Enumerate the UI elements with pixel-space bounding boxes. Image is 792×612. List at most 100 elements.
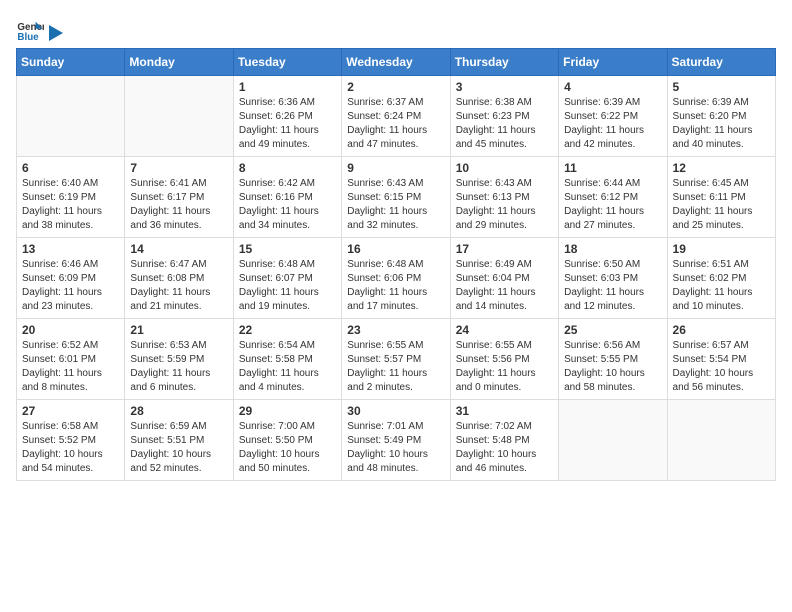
calendar-cell: 19 Sunrise: 6:51 AM Sunset: 6:02 PM Dayli…	[667, 238, 775, 319]
calendar-cell: 25 Sunrise: 6:56 AM Sunset: 5:55 PM Dayli…	[559, 319, 667, 400]
calendar-week-row: 27 Sunrise: 6:58 AM Sunset: 5:52 PM Dayli…	[17, 400, 776, 481]
logo-arrow-icon	[49, 23, 67, 43]
day-number: 19	[673, 242, 770, 256]
calendar-cell: 30 Sunrise: 7:01 AM Sunset: 5:49 PM Dayli…	[342, 400, 450, 481]
day-detail: Sunrise: 6:44 AM Sunset: 6:12 PM Dayligh…	[564, 177, 661, 233]
calendar-cell: 10 Sunrise: 6:43 AM Sunset: 6:13 PM Dayli…	[450, 157, 558, 238]
calendar-cell: 23 Sunrise: 6:55 AM Sunset: 5:57 PM Dayli…	[342, 319, 450, 400]
day-detail: Sunrise: 6:46 AM Sunset: 6:09 PM Dayligh…	[22, 258, 119, 314]
day-number: 17	[456, 242, 553, 256]
header-day-friday: Friday	[559, 49, 667, 76]
day-detail: Sunrise: 7:02 AM Sunset: 5:48 PM Dayligh…	[456, 420, 553, 476]
calendar-cell: 4 Sunrise: 6:39 AM Sunset: 6:22 PM Daylig…	[559, 76, 667, 157]
day-detail: Sunrise: 6:38 AM Sunset: 6:23 PM Dayligh…	[456, 96, 553, 152]
calendar-cell: 28 Sunrise: 6:59 AM Sunset: 5:51 PM Dayli…	[125, 400, 233, 481]
calendar-cell: 26 Sunrise: 6:57 AM Sunset: 5:54 PM Dayli…	[667, 319, 775, 400]
header-day-thursday: Thursday	[450, 49, 558, 76]
header-day-monday: Monday	[125, 49, 233, 76]
calendar-cell: 13 Sunrise: 6:46 AM Sunset: 6:09 PM Dayli…	[17, 238, 125, 319]
day-number: 4	[564, 80, 661, 94]
calendar-cell	[559, 400, 667, 481]
day-number: 5	[673, 80, 770, 94]
calendar-cell: 3 Sunrise: 6:38 AM Sunset: 6:23 PM Daylig…	[450, 76, 558, 157]
day-detail: Sunrise: 6:53 AM Sunset: 5:59 PM Dayligh…	[130, 339, 227, 395]
day-number: 16	[347, 242, 444, 256]
day-number: 15	[239, 242, 336, 256]
calendar-cell: 6Sunrise: 6:40 AM Sunset: 6:19 PM Daylig…	[17, 157, 125, 238]
calendar-cell: 27 Sunrise: 6:58 AM Sunset: 5:52 PM Dayli…	[17, 400, 125, 481]
day-detail: Sunrise: 6:50 AM Sunset: 6:03 PM Dayligh…	[564, 258, 661, 314]
day-number: 13	[22, 242, 119, 256]
day-detail: Sunrise: 7:01 AM Sunset: 5:49 PM Dayligh…	[347, 420, 444, 476]
header-day-saturday: Saturday	[667, 49, 775, 76]
calendar-cell: 11 Sunrise: 6:44 AM Sunset: 6:12 PM Dayli…	[559, 157, 667, 238]
day-detail: Sunrise: 6:43 AM Sunset: 6:15 PM Dayligh…	[347, 177, 444, 233]
day-detail: Sunrise: 6:49 AM Sunset: 6:04 PM Dayligh…	[456, 258, 553, 314]
calendar-cell: 8 Sunrise: 6:42 AM Sunset: 6:16 PM Daylig…	[233, 157, 341, 238]
day-detail: Sunrise: 6:59 AM Sunset: 5:51 PM Dayligh…	[130, 420, 227, 476]
calendar-week-row: 13 Sunrise: 6:46 AM Sunset: 6:09 PM Dayli…	[17, 238, 776, 319]
calendar-cell	[667, 400, 775, 481]
calendar-week-row: 20 Sunrise: 6:52 AM Sunset: 6:01 PM Dayli…	[17, 319, 776, 400]
day-number: 31	[456, 404, 553, 418]
day-detail: Sunrise: 6:47 AM Sunset: 6:08 PM Dayligh…	[130, 258, 227, 314]
calendar-week-row: 6Sunrise: 6:40 AM Sunset: 6:19 PM Daylig…	[17, 157, 776, 238]
day-detail: Sunrise: 6:56 AM Sunset: 5:55 PM Dayligh…	[564, 339, 661, 395]
calendar-cell: 7 Sunrise: 6:41 AM Sunset: 6:17 PM Daylig…	[125, 157, 233, 238]
day-detail: Sunrise: 6:42 AM Sunset: 6:16 PM Dayligh…	[239, 177, 336, 233]
day-number: 23	[347, 323, 444, 337]
calendar-cell: 9 Sunrise: 6:43 AM Sunset: 6:15 PM Daylig…	[342, 157, 450, 238]
calendar-cell: 24 Sunrise: 6:55 AM Sunset: 5:56 PM Dayli…	[450, 319, 558, 400]
calendar-cell: 20 Sunrise: 6:52 AM Sunset: 6:01 PM Dayli…	[17, 319, 125, 400]
day-number: 10	[456, 161, 553, 175]
day-number: 21	[130, 323, 227, 337]
calendar-cell: 1Sunrise: 6:36 AM Sunset: 6:26 PM Daylig…	[233, 76, 341, 157]
header: General Blue	[16, 16, 776, 44]
day-number: 25	[564, 323, 661, 337]
day-detail: Sunrise: 6:52 AM Sunset: 6:01 PM Dayligh…	[22, 339, 119, 395]
day-number: 20	[22, 323, 119, 337]
day-number: 27	[22, 404, 119, 418]
day-number: 30	[347, 404, 444, 418]
calendar-cell: 22Sunrise: 6:54 AM Sunset: 5:58 PM Dayli…	[233, 319, 341, 400]
calendar-cell: 12 Sunrise: 6:45 AM Sunset: 6:11 PM Dayli…	[667, 157, 775, 238]
day-detail: Sunrise: 6:57 AM Sunset: 5:54 PM Dayligh…	[673, 339, 770, 395]
day-number: 28	[130, 404, 227, 418]
day-detail: Sunrise: 6:39 AM Sunset: 6:22 PM Dayligh…	[564, 96, 661, 152]
day-number: 26	[673, 323, 770, 337]
calendar-week-row: 1Sunrise: 6:36 AM Sunset: 6:26 PM Daylig…	[17, 76, 776, 157]
calendar-cell: 18Sunrise: 6:50 AM Sunset: 6:03 PM Dayli…	[559, 238, 667, 319]
day-number: 2	[347, 80, 444, 94]
calendar-cell	[17, 76, 125, 157]
day-number: 12	[673, 161, 770, 175]
day-detail: Sunrise: 6:43 AM Sunset: 6:13 PM Dayligh…	[456, 177, 553, 233]
day-detail: Sunrise: 6:40 AM Sunset: 6:19 PM Dayligh…	[22, 177, 119, 233]
svg-text:Blue: Blue	[17, 32, 39, 43]
day-detail: Sunrise: 6:37 AM Sunset: 6:24 PM Dayligh…	[347, 96, 444, 152]
day-number: 24	[456, 323, 553, 337]
day-detail: Sunrise: 6:54 AM Sunset: 5:58 PM Dayligh…	[239, 339, 336, 395]
calendar-cell	[125, 76, 233, 157]
calendar-cell: 31 Sunrise: 7:02 AM Sunset: 5:48 PM Dayli…	[450, 400, 558, 481]
day-number: 7	[130, 161, 227, 175]
day-number: 8	[239, 161, 336, 175]
day-detail: Sunrise: 6:41 AM Sunset: 6:17 PM Dayligh…	[130, 177, 227, 233]
day-detail: Sunrise: 6:55 AM Sunset: 5:56 PM Dayligh…	[456, 339, 553, 395]
day-detail: Sunrise: 6:48 AM Sunset: 6:07 PM Dayligh…	[239, 258, 336, 314]
logo-icon: General Blue	[16, 16, 44, 44]
day-detail: Sunrise: 6:55 AM Sunset: 5:57 PM Dayligh…	[347, 339, 444, 395]
day-number: 1	[239, 80, 336, 94]
day-detail: Sunrise: 6:48 AM Sunset: 6:06 PM Dayligh…	[347, 258, 444, 314]
day-number: 9	[347, 161, 444, 175]
calendar-cell: 15 Sunrise: 6:48 AM Sunset: 6:07 PM Dayli…	[233, 238, 341, 319]
day-number: 3	[456, 80, 553, 94]
day-detail: Sunrise: 7:00 AM Sunset: 5:50 PM Dayligh…	[239, 420, 336, 476]
day-detail: Sunrise: 6:58 AM Sunset: 5:52 PM Dayligh…	[22, 420, 119, 476]
calendar-cell: 17 Sunrise: 6:49 AM Sunset: 6:04 PM Dayli…	[450, 238, 558, 319]
header-day-sunday: Sunday	[17, 49, 125, 76]
day-number: 11	[564, 161, 661, 175]
calendar-cell: 14 Sunrise: 6:47 AM Sunset: 6:08 PM Dayli…	[125, 238, 233, 319]
day-detail: Sunrise: 6:45 AM Sunset: 6:11 PM Dayligh…	[673, 177, 770, 233]
day-detail: Sunrise: 6:51 AM Sunset: 6:02 PM Dayligh…	[673, 258, 770, 314]
day-number: 14	[130, 242, 227, 256]
